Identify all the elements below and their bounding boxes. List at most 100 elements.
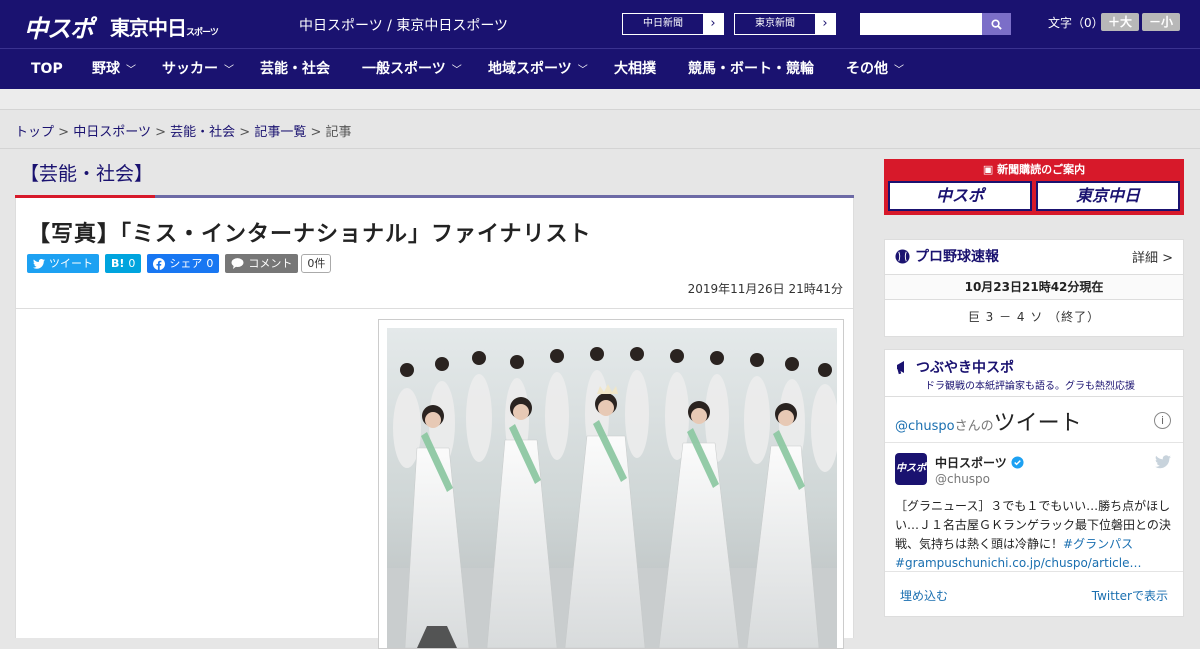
breadcrumb-sep: > — [58, 125, 70, 140]
font-smaller-button[interactable]: －小 — [1142, 13, 1180, 31]
tokyo-shimbun-button[interactable]: 東京新聞 › — [734, 13, 836, 35]
nav-label: TOP — [31, 61, 63, 77]
timeline-san: さんの — [954, 419, 994, 434]
search-button[interactable] — [982, 13, 1011, 35]
avatar[interactable]: 中スポ — [895, 453, 927, 485]
subscription-banner[interactable]: ▣ 新聞購読のご案内 中スポ 東京中日 — [884, 159, 1184, 215]
facebook-share-button[interactable]: シェア 0 — [147, 254, 220, 273]
font-larger-button[interactable]: ＋大 — [1101, 13, 1139, 31]
tweet-text: ［グラニュース］３でも１でもいい…勝ち点がほしい…Ｊ１名古屋ＧＫランゲラック最下… — [895, 497, 1175, 573]
breadcrumb-entertainment[interactable]: 芸能・社会 — [170, 125, 235, 140]
nav-top[interactable]: TOP — [31, 49, 63, 89]
nav-label: 野球 — [92, 61, 120, 77]
hatena-button[interactable]: B! 0 — [105, 254, 142, 273]
verified-icon — [1011, 456, 1024, 469]
nav-label: 競馬・ボート・競輪 — [688, 61, 814, 77]
contestants-photo-illustration — [387, 328, 837, 648]
breadcrumb-article-list[interactable]: 記事一覧 — [254, 125, 306, 140]
nav-label: 地域スポーツ — [488, 61, 572, 77]
nav-soccer[interactable]: サッカー ﹀ — [162, 49, 234, 89]
breadcrumb-chunichi-sports[interactable]: 中日スポーツ — [73, 125, 151, 140]
hatena-icon: B! — [111, 257, 125, 270]
header-divider — [16, 308, 853, 309]
nav-general-sports[interactable]: 一般スポーツ ﹀ — [362, 49, 462, 89]
main-nav: TOP 野球 ﹀ サッカー ﹀ 芸能・社会 一般スポーツ ﹀ 地域スポーツ ﹀ 大相撲 … — [0, 48, 1200, 89]
article-panel: 【写真】「ミス・インターナショナル」ファイナリスト ツイート B! 0 シェア … — [15, 198, 854, 649]
tweet-hashtag[interactable]: #グランパス — [1063, 537, 1133, 551]
hatena-count: 0 — [128, 257, 136, 270]
twitter-widget-title-text: つぶやき中スポ — [916, 360, 1014, 376]
twitter-timeline: @chuspoさんのツイート i 中スポ 中日スポーツ @chuspo ［グラニ… — [885, 396, 1183, 617]
view-on-twitter-link[interactable]: Twitterで表示 — [1092, 587, 1168, 604]
nav-label: 芸能・社会 — [260, 61, 330, 77]
nav-entertainment[interactable]: 芸能・社会 — [260, 49, 330, 89]
publish-date: 2019年11月26日 21時41分 — [687, 282, 843, 296]
chuspo-logo[interactable]: 中スポ — [24, 9, 94, 44]
article-photo[interactable] — [387, 328, 837, 648]
facebook-icon — [153, 257, 166, 270]
embed-link[interactable]: 埋め込む — [900, 587, 948, 604]
breadcrumb-sep: > — [155, 125, 166, 140]
timeline-header: @chuspoさんのツイート — [895, 405, 1082, 437]
font-size-label: 文字（0） — [1048, 16, 1104, 30]
twitter-widget: つぶやき中スポ ドラ観戦の本紙評論家も語る。グラも熱烈応援 @chuspoさんの… — [884, 349, 1184, 617]
breadcrumb-divider — [0, 148, 1200, 149]
comment-count: 0件 — [301, 254, 332, 273]
timeline-tweet-label: ツイート — [993, 411, 1082, 436]
speech-bubble-icon — [231, 258, 244, 269]
nav-baseball[interactable]: 野球 ﹀ — [92, 49, 136, 89]
category-heading: 【芸能・社会】 — [20, 163, 154, 185]
chevron-right-icon: › — [822, 16, 828, 31]
breadcrumb: トップ > 中日スポーツ > 芸能・社会 > 記事一覧 > 記事 — [15, 121, 352, 140]
nav-label: サッカー — [162, 61, 218, 77]
chevron-right-icon: › — [710, 16, 716, 31]
breadcrumb-current: 記事 — [325, 125, 352, 140]
timeline-footer-divider — [885, 571, 1183, 572]
baseball-score[interactable]: 巨 3 － 4 ソ （終了） — [885, 308, 1183, 325]
search-box — [860, 13, 1011, 35]
nav-local-sports[interactable]: 地域スポーツ ﹀ — [488, 49, 588, 89]
chunichi-shimbun-label: 中日新聞 — [623, 14, 703, 34]
newspaper-icon: ▣ — [982, 163, 998, 176]
account-name[interactable]: 中日スポーツ — [935, 454, 1024, 471]
comment-button[interactable]: コメント — [225, 254, 299, 273]
baseball-widget-title: プロ野球速報 — [895, 246, 999, 266]
banner-tokyo-chunichi-button[interactable]: 東京中日 — [1036, 181, 1180, 211]
tokyo-logo-sub: スポーツ — [186, 28, 219, 38]
tokyo-shimbun-label: 東京新聞 — [735, 14, 815, 34]
baseball-widget-title-text: プロ野球速報 — [915, 249, 999, 265]
site-names: 中日スポーツ / 東京中日スポーツ — [299, 18, 509, 34]
baseball-details-link[interactable]: 詳細 > — [1132, 247, 1173, 266]
twitter-widget-title: つぶやき中スポ — [895, 357, 1014, 377]
search-icon — [991, 18, 1002, 30]
tweet-link[interactable]: #grampuschunichi.co.jp/chuspo/article… — [895, 556, 1141, 570]
chevron-down-icon: ﹀ — [451, 65, 462, 76]
account-name-text: 中日スポーツ — [935, 456, 1007, 470]
twitter-bird-icon[interactable] — [1155, 455, 1171, 469]
breadcrumb-top[interactable]: トップ — [15, 125, 54, 140]
breadcrumb-sep: > — [310, 125, 322, 140]
subscription-banner-title: ▣ 新聞購読のご案内 — [884, 161, 1184, 177]
chunichi-shimbun-button[interactable]: 中日新聞 › — [622, 13, 724, 35]
twitter-widget-subtitle: ドラ観戦の本紙評論家も語る。グラも熱烈応援 — [925, 381, 1135, 392]
chevron-down-icon: ﹀ — [577, 65, 588, 76]
timeline-divider — [885, 442, 1183, 443]
nav-label: その他 — [846, 61, 888, 77]
nav-other[interactable]: その他 ﹀ — [846, 49, 904, 89]
article-title: 【写真】「ミス・インターナショナル」ファイナリスト — [28, 222, 592, 247]
account-handle[interactable]: @chuspo — [935, 472, 990, 486]
timeline-handle[interactable]: @chuspo — [895, 419, 955, 434]
baseball-score-widget: プロ野球速報 詳細 > 10月23日21時42分現在 巨 3 － 4 ソ （終了… — [884, 239, 1184, 337]
banner-chuspo-button[interactable]: 中スポ — [888, 181, 1032, 211]
baseball-update-time: 10月23日21時42分現在 — [885, 274, 1183, 300]
tokyo-chunichi-logo[interactable]: 東京中日スポーツ — [110, 12, 219, 41]
nav-racing[interactable]: 競馬・ボート・競輪 — [688, 49, 814, 89]
nav-sumo[interactable]: 大相撲 — [614, 49, 656, 89]
tweet-button[interactable]: ツイート — [27, 254, 99, 273]
search-input[interactable] — [860, 13, 982, 35]
info-icon[interactable]: i — [1154, 412, 1171, 429]
nav-label: 一般スポーツ — [362, 61, 446, 77]
breadcrumb-sep: > — [239, 125, 251, 140]
facebook-count: 0 — [206, 257, 214, 270]
tokyo-logo-text: 東京中日 — [110, 16, 187, 40]
